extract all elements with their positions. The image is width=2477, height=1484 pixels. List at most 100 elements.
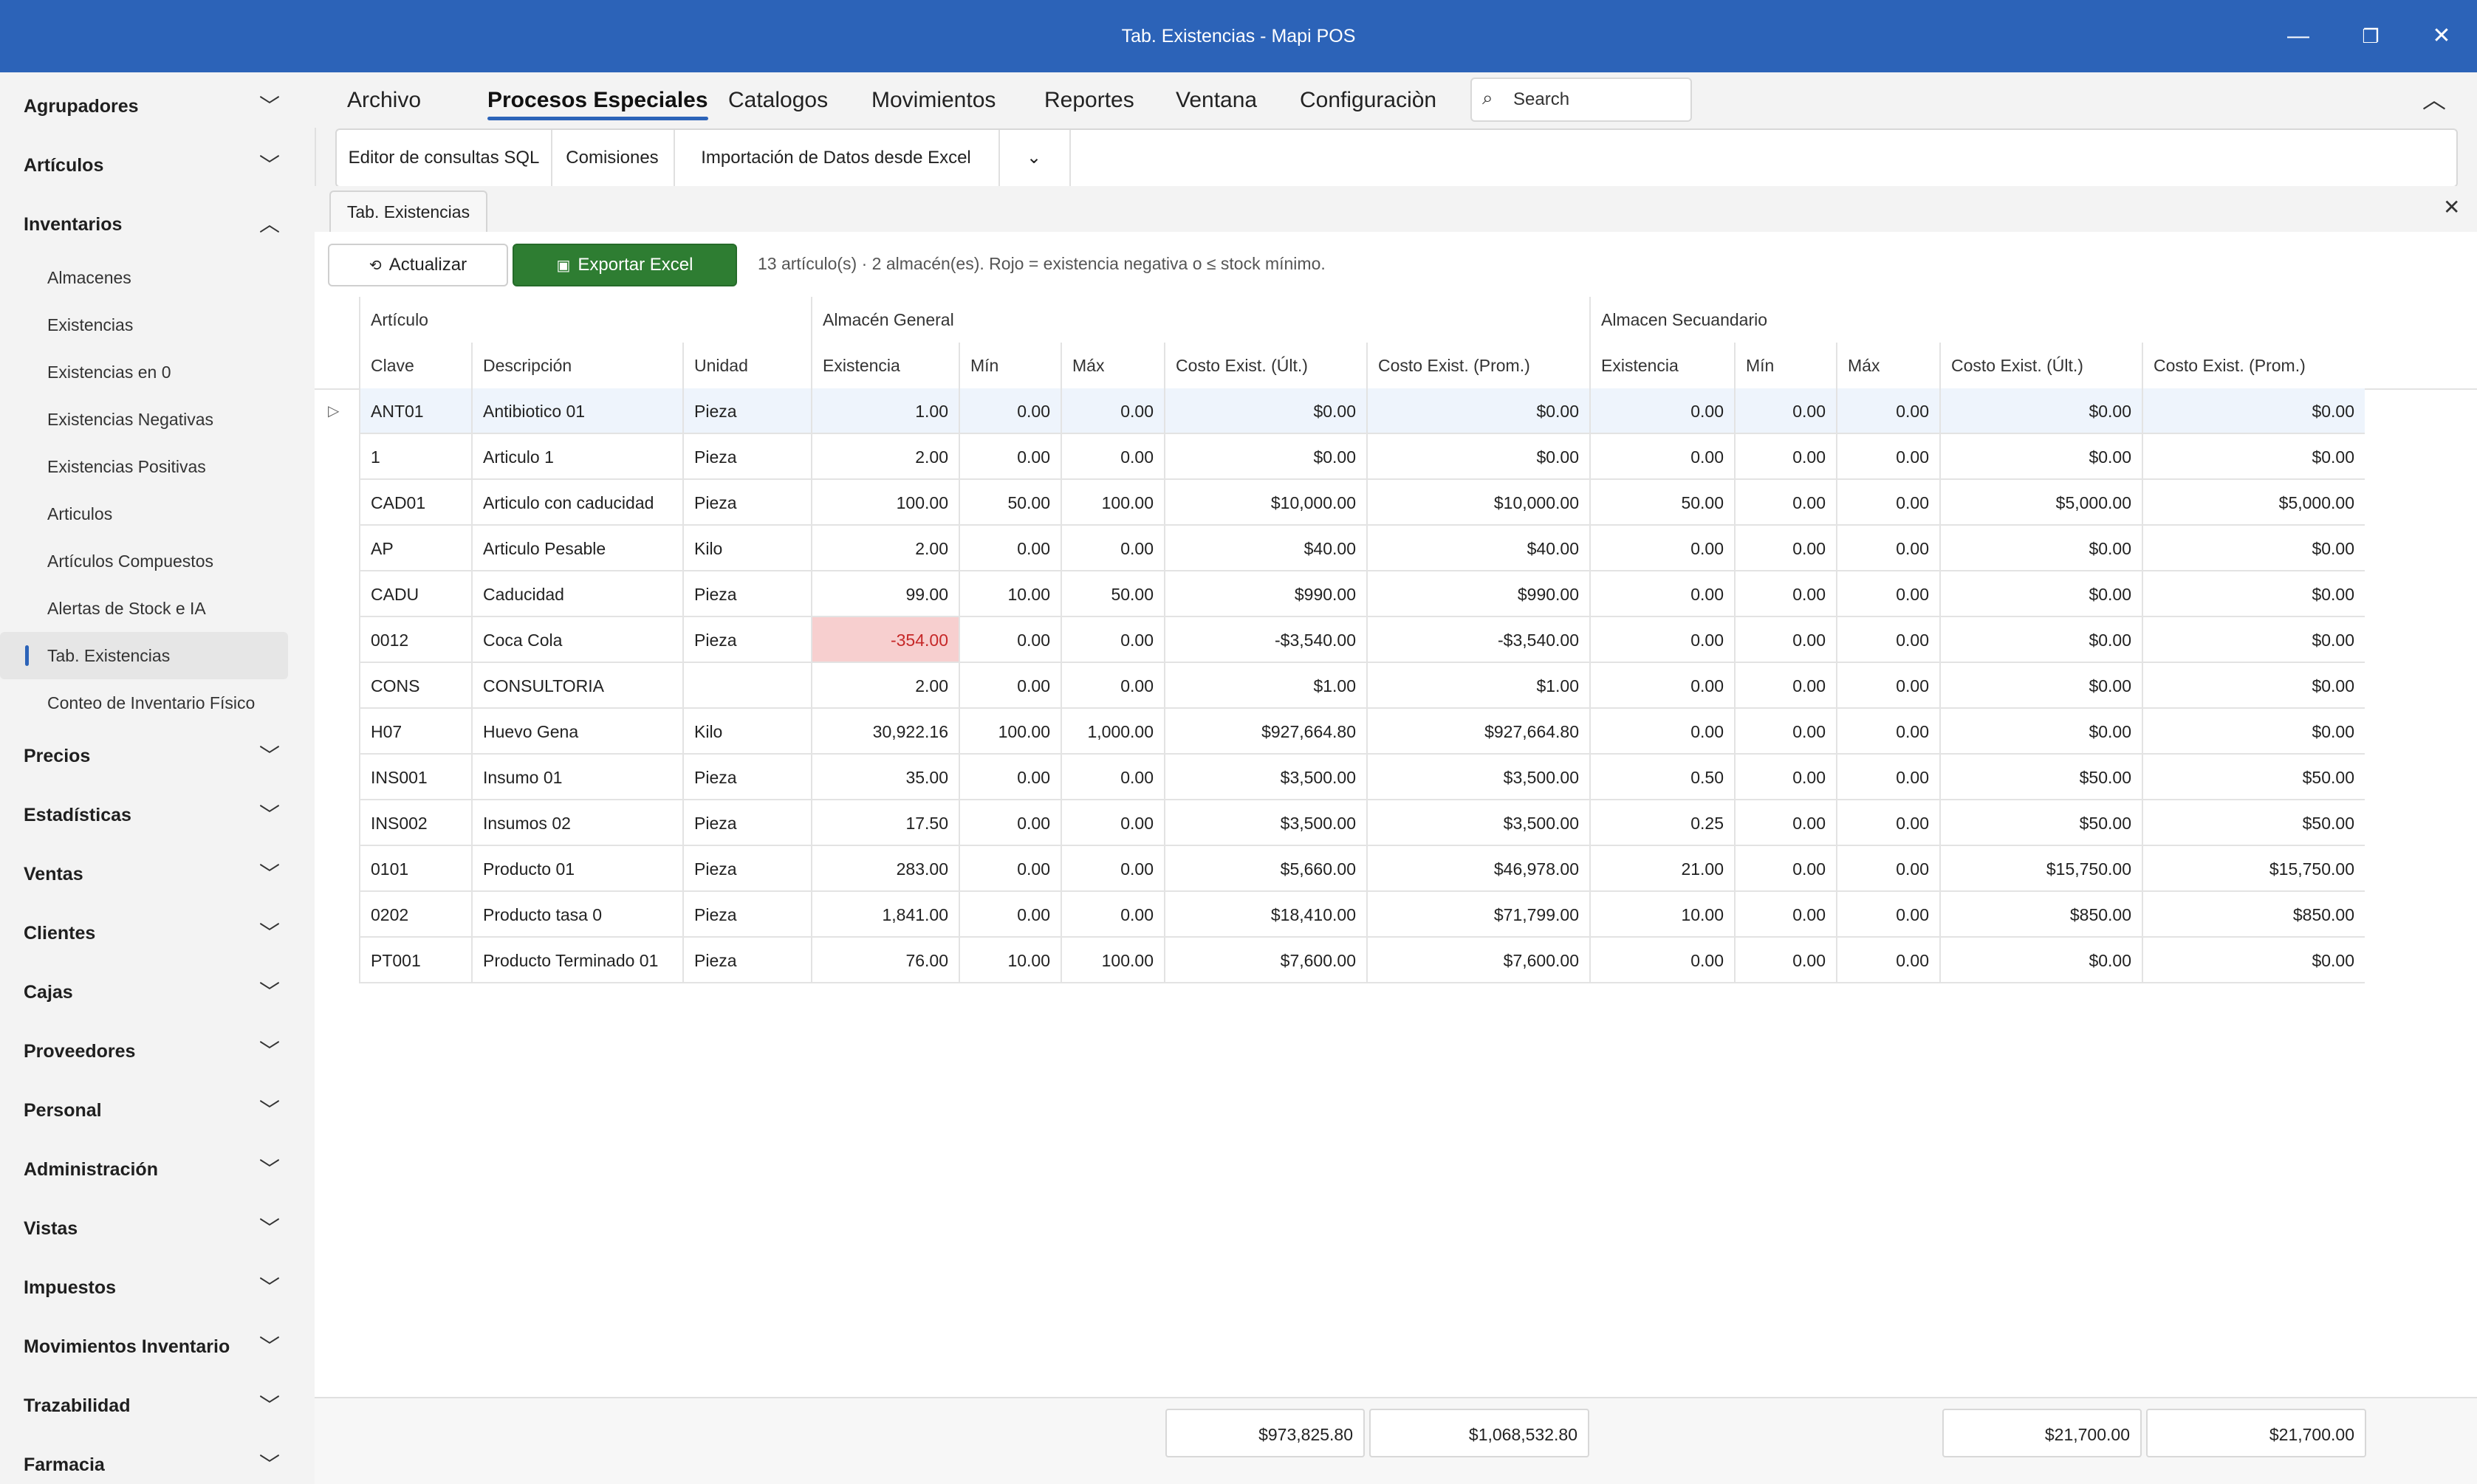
menu-movimientos[interactable]: Movimientos [871,72,996,128]
search-box[interactable]: ⌕ [1470,78,1692,122]
row-indicator-icon: ▷ [328,403,340,419]
sidebar-item-almacenes[interactable]: Almacenes [0,254,288,301]
sidebar-item-articulos-compuestos[interactable]: Artículos Compuestos [0,537,288,585]
cell-min: 100.00 [959,709,1061,755]
table-row[interactable]: CAD01 Articulo con caducidad Pieza 100.00 50… [315,480,2365,526]
table-row[interactable]: 0202 Producto tasa 0 Pieza 1,841.00 0.00 0.00… [315,892,2365,938]
search-input[interactable] [1512,85,1677,114]
cell-costo-exist-prom: $3,500.00 [1366,800,1589,846]
table-row[interactable]: ▷ ANT01 Antibiotico 01 Pieza 1.00 0.00 0.00 $0.… [315,388,2365,434]
sidebar-section-administracion[interactable]: Administración ﹀ [0,1140,315,1199]
cell-max: 0.00 [1836,663,1939,709]
table-row[interactable]: 1 Articulo 1 Pieza 2.00 0.00 0.00 $0.00 $0.00 0.… [315,434,2365,480]
sidebar-item-label: Tab. Existencias [47,646,171,665]
sidebar-section-agrupadores[interactable]: Agrupadores ﹀ [0,77,315,136]
cell-max: 0.00 [1836,846,1939,892]
tab-tab-existencias[interactable]: Tab. Existencias [329,190,487,233]
column-header-existencia[interactable]: Existencia [1589,343,1734,388]
minimize-button[interactable]: — [2263,0,2334,72]
refresh-button[interactable]: ⟲ Actualizar [328,244,508,286]
sidebar-section-movimientos-inventario[interactable]: Movimientos Inventario ﹀ [0,1317,315,1376]
column-header-descripcion[interactable]: Descripción [471,343,682,388]
sidebar-item-existencias-positivas[interactable]: Existencias Positivas [0,443,288,490]
menu-procesos-especiales[interactable]: Procesos Especiales [487,72,708,128]
column-header-costo-exist-ult[interactable]: Costo Exist. (Últ.) [1939,343,2142,388]
column-header-max[interactable]: Máx [1836,343,1939,388]
sidebar-item-conteo-de-inventario-fisico[interactable]: Conteo de Inventario Físico [0,679,288,726]
menu-configuracion[interactable]: Configuraciòn [1300,72,1436,128]
sidebar-section-trazabilidad[interactable]: Trazabilidad ﹀ [0,1376,315,1435]
window-title: Tab. Existencias - Mapi POS [1121,26,1356,47]
table-row[interactable]: CADU Caducidad Pieza 99.00 10.00 50.00 $990.00… [315,571,2365,617]
close-tab-icon[interactable]: ✕ [2443,195,2460,219]
sidebar-section-label: Personal [24,1100,102,1121]
sidebar-section-farmacia[interactable]: Farmacia ﹀ [0,1435,315,1483]
column-header-existencia[interactable]: Existencia [811,343,959,388]
column-header-min[interactable]: Mín [959,343,1061,388]
sidebar-section-label: Proveedores [24,1041,136,1062]
sidebar-section-cajas[interactable]: Cajas ﹀ [0,963,315,1022]
column-header-costo-exist-prom[interactable]: Costo Exist. (Prom.) [1366,343,1589,388]
table-row[interactable]: 0101 Producto 01 Pieza 283.00 0.00 0.00 $5,660… [315,846,2365,892]
ribbon-importacion-de-datos-desde-excel-button[interactable]: Importación de Datos desde Excel [674,130,1000,186]
menu-reportes[interactable]: Reportes [1044,72,1134,128]
sidebar-item-alertas-de-stock-e-ia[interactable]: Alertas de Stock e IA [0,585,288,632]
sidebar-item-existencias-en-0[interactable]: Existencias en 0 [0,348,288,396]
sidebar-section-vistas[interactable]: Vistas ﹀ [0,1199,315,1258]
table-row[interactable]: H07 Huevo Gena Kilo 30,922.16 100.00 1,000.00… [315,709,2365,755]
sidebar-section-personal[interactable]: Personal ﹀ [0,1081,315,1140]
sidebar-section-articulos[interactable]: Artículos ﹀ [0,136,315,195]
cell-existencia: 17.50 [811,800,959,846]
cell-descripcion: Articulo con caducidad [471,480,682,526]
cell-costo-exist-prom: $1.00 [1366,663,1589,709]
sidebar-section-estadisticas[interactable]: Estadísticas ﹀ [0,786,315,845]
table-row[interactable]: AP Articulo Pesable Kilo 2.00 0.00 0.00 $40.00… [315,526,2365,571]
column-header-costo-exist-prom[interactable]: Costo Exist. (Prom.) [2142,343,2365,388]
sidebar-section-inventarios[interactable]: Inventarios ︿ [0,195,315,254]
cell-existencia: 0.00 [1589,526,1734,571]
column-header-clave[interactable]: Clave [359,343,471,388]
menu-archivo[interactable]: Archivo [347,72,421,128]
cell-max: 0.00 [1836,892,1939,938]
sidebar-item-existencias-negativas[interactable]: Existencias Negativas [0,396,288,443]
sidebar-item-existencias[interactable]: Existencias [0,301,288,348]
close-button[interactable]: ✕ [2406,0,2477,72]
table-row[interactable]: PT001 Producto Terminado 01 Pieza 76.00 10.0… [315,938,2365,983]
export-excel-button[interactable]: ▣ Exportar Excel [513,244,737,286]
restore-button[interactable]: ❐ [2335,0,2406,72]
cell-max: 0.00 [1061,617,1164,663]
cell-costo-exist-prom: $850.00 [2142,892,2365,938]
table-row[interactable]: INS001 Insumo 01 Pieza 35.00 0.00 0.00 $3,500.… [315,755,2365,800]
cell-max: 0.00 [1836,800,1939,846]
ribbon-more-chevron-down-icon[interactable]: ⌄ [998,130,1071,186]
sidebar-section-ventas[interactable]: Ventas ﹀ [0,845,315,904]
sidebar-item-tab-existencias[interactable]: Tab. Existencias [0,632,288,679]
cell-existencia: 10.00 [1589,892,1734,938]
sidebar-section-precios[interactable]: Precios ﹀ [0,726,315,786]
sidebar-section-clientes[interactable]: Clientes ﹀ [0,904,315,963]
table-row[interactable]: INS002 Insumos 02 Pieza 17.50 0.00 0.00 $3,500… [315,800,2365,846]
sidebar-section-proveedores[interactable]: Proveedores ﹀ [0,1022,315,1081]
collapse-ribbon-chevron-up-icon[interactable]: ︿ [2422,81,2446,115]
ribbon-comisiones-button[interactable]: Comisiones [551,130,675,186]
column-header-unidad[interactable]: Unidad [682,343,811,388]
menu-catalogos[interactable]: Catalogos [728,72,828,128]
ribbon-editor-de-consultas-sql-button[interactable]: Editor de consultas SQL [337,130,552,186]
column-header-min[interactable]: Mín [1734,343,1836,388]
chevron-down-icon: ﹀ [258,921,280,944]
column-header-costo-exist-ult[interactable]: Costo Exist. (Últ.) [1164,343,1366,388]
cell-max: 0.00 [1061,800,1164,846]
column-header-max[interactable]: Máx [1061,343,1164,388]
sidebar-section-impuestos[interactable]: Impuestos ﹀ [0,1258,315,1317]
sidebar-section-label: Impuestos [24,1277,117,1298]
chevron-down-icon: ﹀ [258,1158,280,1181]
cell-unidad: Pieza [682,755,811,800]
table-row[interactable]: CONS CONSULTORIA 2.00 0.00 0.00 $1.00 $1.00 0.0… [315,663,2365,709]
table-row[interactable]: 0012 Coca Cola Pieza -354.00 0.00 0.00 -$3,540… [315,617,2365,663]
menu-ventana[interactable]: Ventana [1176,72,1257,128]
cell-costo-exist-ult: $927,664.80 [1164,709,1366,755]
sidebar-item-articulos[interactable]: Articulos [0,490,288,537]
sidebar-section-label: Vistas [24,1218,78,1239]
cell-costo-exist-prom: $0.00 [2142,663,2365,709]
chevron-down-icon: ﹀ [258,1217,280,1240]
